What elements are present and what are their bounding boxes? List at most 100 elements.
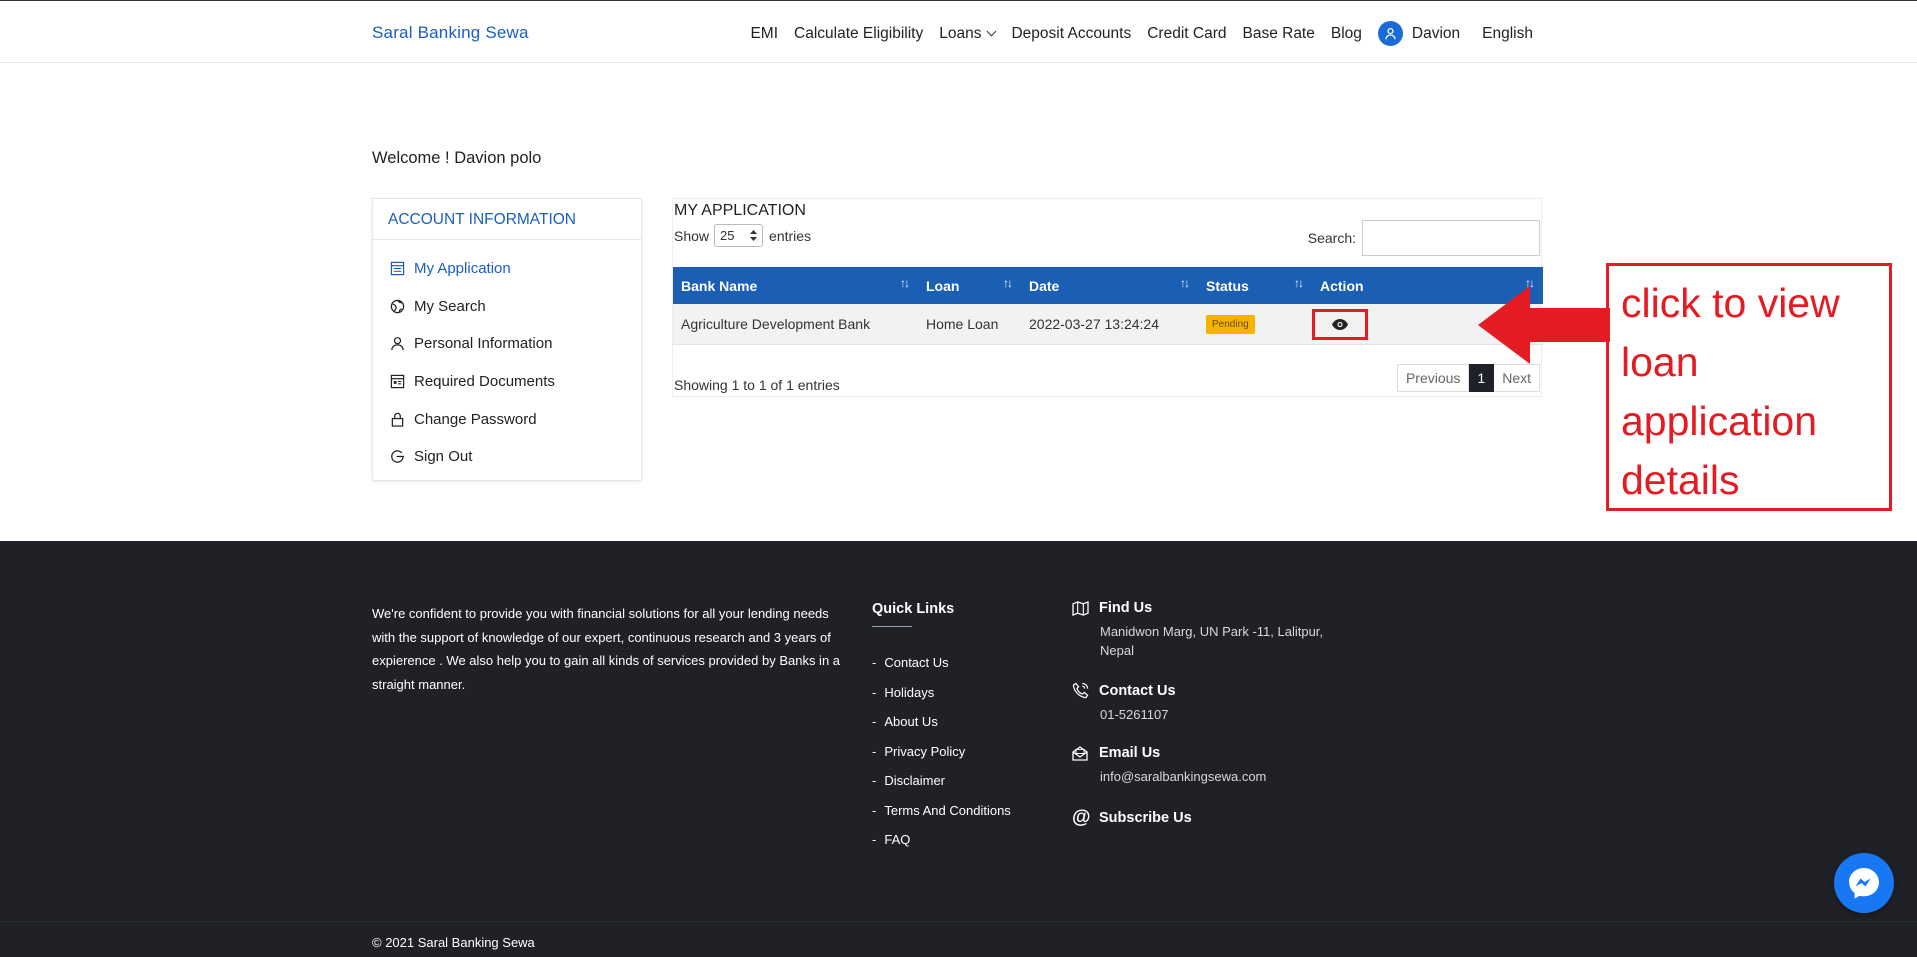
show-label: Show <box>674 227 710 244</box>
quick-link-label: Holidays <box>884 684 935 700</box>
quick-link-disclaimer[interactable]: - Disclaimer <box>872 766 1011 796</box>
sign-out-icon <box>389 449 405 465</box>
messenger-chat-button[interactable] <box>1834 853 1894 913</box>
document-icon <box>389 374 405 390</box>
sidebar-item-label: Personal Information <box>414 335 553 353</box>
welcome-message: Welcome ! Davion polo <box>372 149 542 167</box>
quick-link-contact-us[interactable]: - Contact Us <box>872 648 1011 678</box>
entries-label: entries <box>769 227 812 244</box>
sort-icon: ↑↓ <box>1003 276 1013 290</box>
find-us-title: Find Us <box>1099 600 1153 616</box>
sort-icon: ↑↓ <box>1180 276 1190 290</box>
footer-divider <box>0 921 1917 922</box>
at-sign-icon: @ <box>1072 807 1091 828</box>
copyright-text: © 2021 Saral Banking Sewa <box>372 935 535 950</box>
my-application-panel: MY APPLICATION Show 25 entries Search: B… <box>672 198 1543 397</box>
lock-icon <box>389 411 405 427</box>
sidebar-item-sign-out[interactable]: Sign Out <box>373 438 641 476</box>
sort-icon: ↑↓ <box>1294 276 1304 290</box>
quick-links-list: - Contact Us - Holidays - About Us - Privacy… <box>872 648 1011 855</box>
contact-email[interactable]: info@saralbankingsewa.com <box>1100 767 1266 786</box>
cell-status: Pending <box>1198 304 1312 345</box>
quick-link-label: Disclaimer <box>884 773 946 789</box>
sidebar-item-label: Required Documents <box>414 373 555 391</box>
nav-user-name: Davion <box>1411 24 1461 42</box>
quick-link-privacy-policy[interactable]: - Privacy Policy <box>872 737 1011 767</box>
nav-loans[interactable]: Loans <box>939 24 997 43</box>
col-label: Status <box>1206 277 1249 294</box>
calendar-list-icon <box>389 261 405 277</box>
sidebar-item-personal-information[interactable]: Personal Information <box>373 325 641 363</box>
contact-phone[interactable]: 01-5261107 <box>1100 705 1176 724</box>
contact-us-title: Contact Us <box>1099 682 1176 699</box>
sidebar-item-my-application[interactable]: My Application <box>373 250 641 288</box>
quick-link-terms[interactable]: - Terms And Conditions <box>872 796 1011 826</box>
cell-bank-name: Agriculture Development Bank <box>673 304 918 345</box>
entries-select[interactable]: 25 <box>714 224 764 247</box>
nav-emi[interactable]: EMI <box>750 25 778 43</box>
search-input[interactable] <box>1362 220 1540 256</box>
sidebar-item-required-documents[interactable]: Required Documents <box>373 363 641 401</box>
subscribe-title: Subscribe Us <box>1099 810 1192 826</box>
site-logo[interactable]: Saral Banking Sewa <box>372 23 529 43</box>
site-header: Saral Banking Sewa EMI Calculate Eligibi… <box>0 0 1917 63</box>
nav-base-rate[interactable]: Base Rate <box>1242 25 1314 43</box>
footer-email-us: Email Us info@saralbankingsewa.com <box>1072 745 1266 786</box>
quick-links-title: Quick Links <box>872 601 955 617</box>
chevron-down-icon <box>987 26 997 37</box>
main-nav: EMI Calculate Eligibility Loans Deposit … <box>734 21 1533 46</box>
map-icon <box>1072 600 1090 616</box>
user-avatar-icon <box>1377 21 1403 46</box>
pagination-page-1[interactable]: 1 <box>1469 364 1495 392</box>
panel-title: MY APPLICATION <box>674 202 806 219</box>
cell-loan: Home Loan <box>918 304 1021 345</box>
nav-user-menu[interactable]: Davion <box>1377 21 1461 46</box>
mail-icon <box>1072 745 1090 761</box>
col-bank-name[interactable]: Bank Name ↑↓ <box>673 267 918 304</box>
view-application-button[interactable] <box>1312 309 1368 340</box>
sidebar-title: ACCOUNT INFORMATION <box>373 199 641 240</box>
nav-deposit-accounts[interactable]: Deposit Accounts <box>1011 25 1131 43</box>
quick-link-label: Privacy Policy <box>884 743 966 759</box>
col-status[interactable]: Status ↑↓ <box>1198 267 1312 304</box>
sidebar-item-label: My Application <box>414 260 511 278</box>
col-loan[interactable]: Loan ↑↓ <box>918 267 1021 304</box>
nav-blog[interactable]: Blog <box>1331 25 1362 43</box>
nav-calculate-eligibility[interactable]: Calculate Eligibility <box>794 25 923 43</box>
nav-language[interactable]: English <box>1482 25 1533 43</box>
entries-select-value: 25 <box>720 228 735 243</box>
sidebar-item-change-password[interactable]: Change Password <box>373 400 641 438</box>
sidebar-item-my-search[interactable]: My Search <box>373 288 641 326</box>
table-search: Search: <box>1308 220 1540 256</box>
sidebar-item-label: Sign Out <box>414 448 473 466</box>
footer-subscribe[interactable]: @ Subscribe Us <box>1072 807 1192 829</box>
nav-credit-card[interactable]: Credit Card <box>1147 25 1226 43</box>
col-label: Bank Name <box>681 277 758 294</box>
quick-link-holidays[interactable]: - Holidays <box>872 678 1011 708</box>
quick-link-label: FAQ <box>884 832 911 848</box>
messenger-icon <box>1849 868 1879 899</box>
annotation-line: click to view <box>1621 280 1840 326</box>
quick-link-label: Terms And Conditions <box>884 802 1011 818</box>
sidebar-item-label: Change Password <box>414 410 537 428</box>
select-updown-icon <box>750 230 758 241</box>
quick-link-about-us[interactable]: - About Us <box>872 707 1011 737</box>
status-badge: Pending <box>1206 314 1255 334</box>
annotation-line: application <box>1621 398 1818 444</box>
quick-link-label: About Us <box>884 714 938 730</box>
pagination-next[interactable]: Next <box>1494 364 1540 392</box>
pagination: Previous 1 Next <box>1396 364 1540 392</box>
email-us-title: Email Us <box>1099 745 1161 761</box>
quick-link-faq[interactable]: - FAQ <box>872 825 1011 855</box>
annotation-line: details <box>1621 457 1740 503</box>
footer-find-us: Find Us Manidwon Marg, UN Park -11, Lali… <box>1072 600 1350 660</box>
col-date[interactable]: Date ↑↓ <box>1021 267 1198 304</box>
col-label: Action <box>1320 277 1364 294</box>
annotation-line: loan <box>1621 339 1699 385</box>
col-label: Date <box>1029 277 1060 294</box>
site-footer: We're confident to provide you with fina… <box>0 541 1917 957</box>
annotation-callout: click to view loan application details <box>1606 263 1892 511</box>
table-header-row: Bank Name ↑↓ Loan ↑↓ Date ↑↓ Status ↑↓ Actio… <box>673 267 1543 304</box>
pagination-previous[interactable]: Previous <box>1396 364 1470 392</box>
nav-loans-label: Loans <box>939 24 982 42</box>
